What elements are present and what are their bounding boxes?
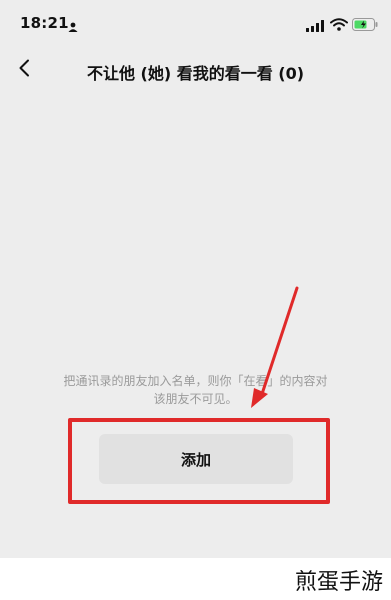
wifi-icon <box>330 16 348 35</box>
app-screen: 18:21 不让他 (她) 看我的看一看 (0) 把通讯录的朋友加入名单，则你「… <box>0 0 391 558</box>
status-time: 18:21 <box>20 14 69 32</box>
nav-bar: 不让他 (她) 看我的看一看 (0) <box>0 48 391 92</box>
signal-icon <box>306 17 326 36</box>
hint-line-1: 把通讯录的朋友加入名单，则你「在看」的内容对 <box>63 374 328 388</box>
status-bar: 18:21 <box>0 0 391 44</box>
page-title: 不让他 (她) 看我的看一看 (0) <box>86 64 305 83</box>
empty-hint: 把通讯录的朋友加入名单，则你「在看」的内容对 该朋友不可见。 <box>20 372 371 408</box>
watermark: 煎蛋手游 <box>294 570 383 595</box>
add-button[interactable]: 添加 <box>99 434 293 484</box>
battery-icon <box>352 16 378 35</box>
hint-line-2: 该朋友不可见。 <box>153 392 238 406</box>
person-icon <box>68 17 78 32</box>
